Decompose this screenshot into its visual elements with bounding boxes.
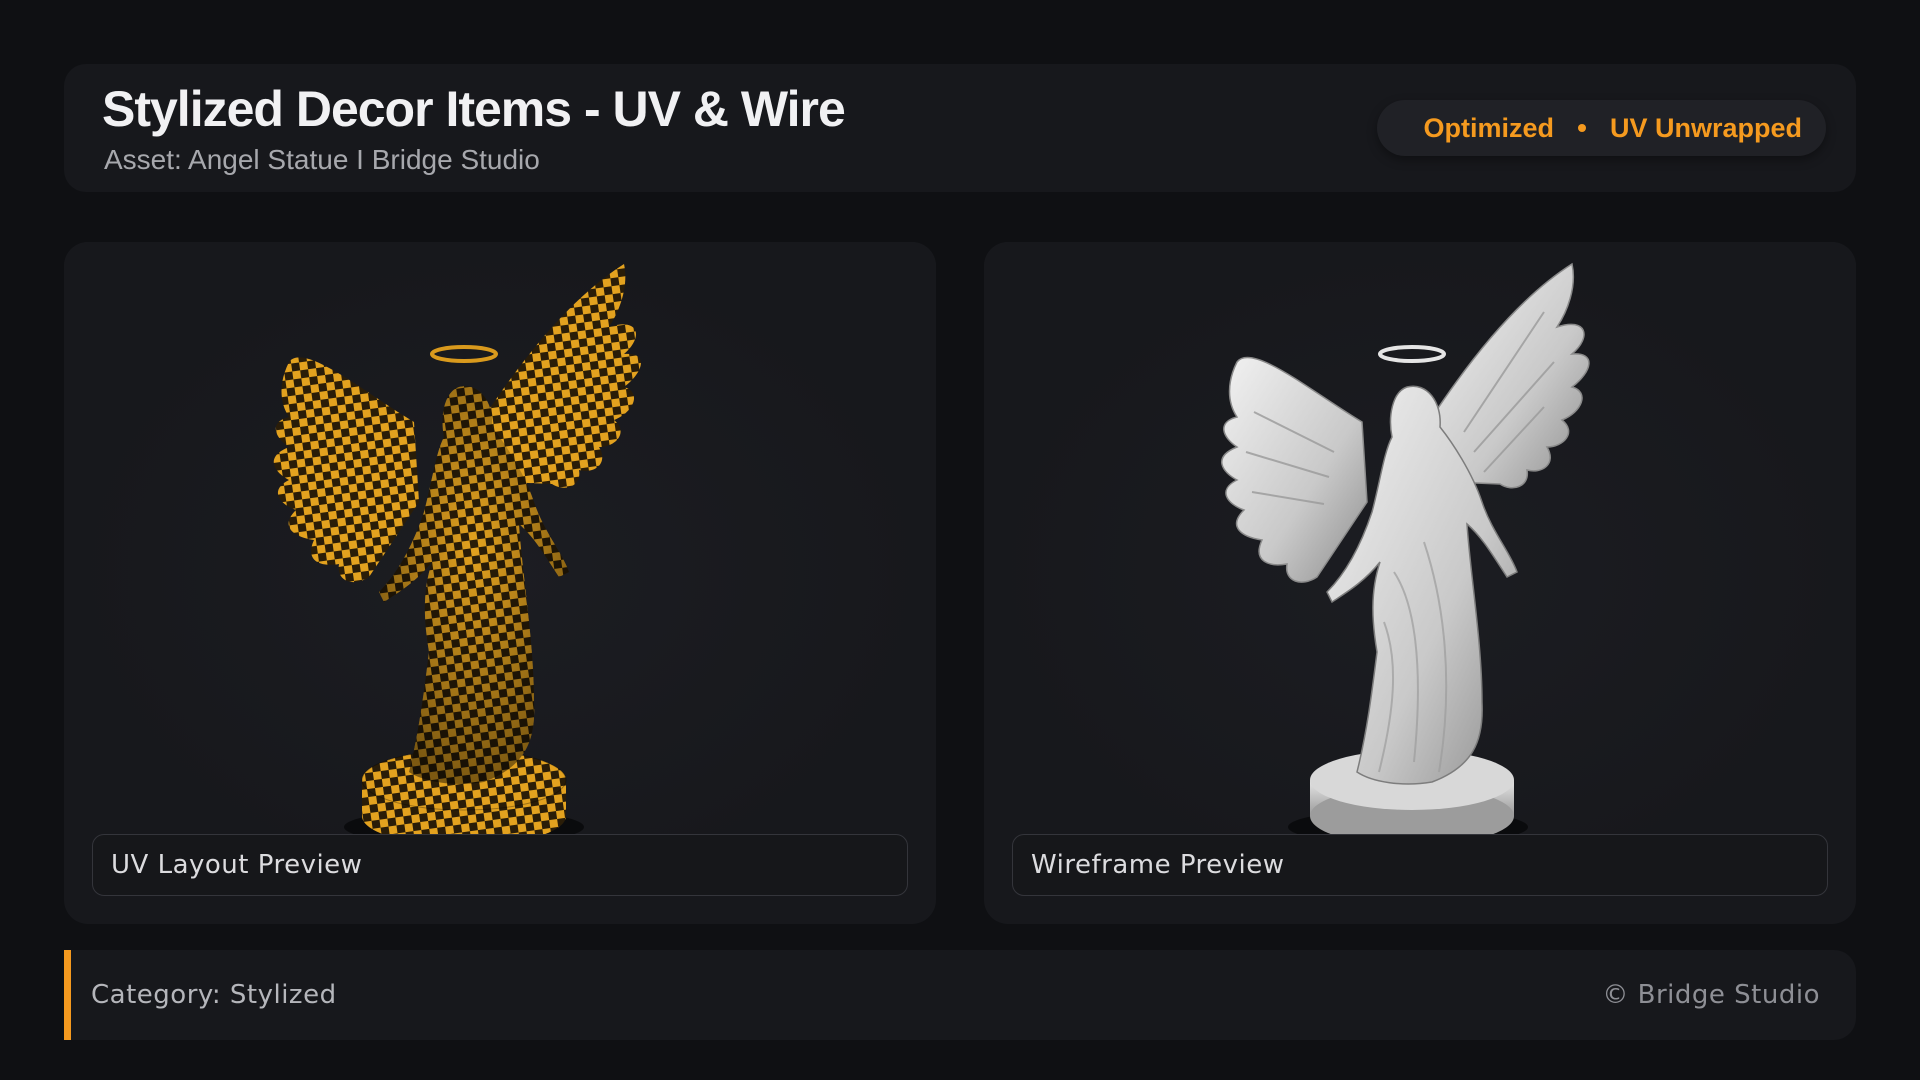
angel-statue-wireframe-icon xyxy=(1221,262,1590,842)
status-tags: Optimized UV Unwrapped xyxy=(1377,100,1826,156)
wireframe-preview-viewport[interactable] xyxy=(984,242,1856,842)
wireframe-preview-card[interactable]: Wireframe Preview xyxy=(984,242,1856,924)
page-title: Stylized Decor Items - UV & Wire xyxy=(102,81,846,137)
category-label: Category: Stylized xyxy=(91,980,337,1010)
angel-statue-uv-icon xyxy=(273,264,641,842)
tag-uv-unwrapped: UV Unwrapped xyxy=(1609,112,1802,143)
wireframe-preview-caption: Wireframe Preview xyxy=(1012,834,1828,896)
tag-optimized: Optimized xyxy=(1423,112,1554,143)
copyright-label: © Bridge Studio xyxy=(1602,980,1820,1010)
uv-preview-viewport[interactable] xyxy=(64,242,936,842)
footer-accent-bar xyxy=(64,950,71,1040)
uv-preview-card[interactable]: UV Layout Preview xyxy=(64,242,936,924)
asset-subtitle: Asset: Angel Statue I Bridge Studio xyxy=(104,144,540,175)
header-panel: Stylized Decor Items - UV & Wire Asset: … xyxy=(64,64,1856,192)
separator-dot-icon xyxy=(1577,124,1586,132)
uv-preview-caption: UV Layout Preview xyxy=(92,834,908,896)
footer-bar: Category: Stylized © Bridge Studio xyxy=(64,950,1856,1040)
